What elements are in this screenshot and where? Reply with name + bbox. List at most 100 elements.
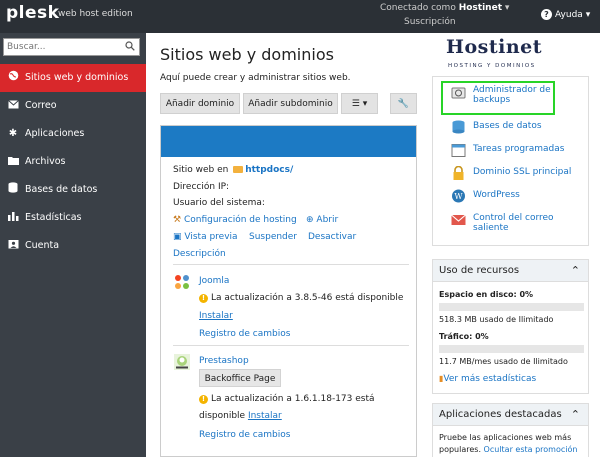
sidebar-item-label: Sitios web y dominios — [25, 72, 129, 83]
search-icon[interactable] — [125, 41, 135, 54]
preview-link[interactable]: ▣ Vista previa — [173, 232, 238, 242]
wordpress-icon: W — [452, 189, 465, 203]
prestashop-update-text-2: disponible — [199, 411, 246, 421]
open-label[interactable]: Abrir — [316, 215, 338, 225]
divider — [173, 345, 409, 346]
wordpress-link[interactable]: WordPress — [473, 190, 520, 200]
sidebar-item-account[interactable]: Cuenta — [0, 232, 146, 260]
sidebar-item-applications[interactable]: ✱ Aplicaciones — [0, 120, 146, 148]
subscription-link[interactable]: Suscripción — [404, 17, 456, 27]
joomla-update-text: La actualización a 3.8.5-46 está disponi… — [211, 293, 404, 303]
outgoing-mail-label-1: Control del correo — [473, 213, 554, 223]
sidebar-item-websites[interactable]: Sitios web y dominios — [0, 64, 146, 92]
sidebar-item-mail[interactable]: Correo — [0, 92, 146, 120]
hosting-config-label[interactable]: Configuración de hosting — [184, 215, 297, 225]
traffic-bar — [439, 345, 584, 353]
featured-apps-header[interactable]: Aplicaciones destacadas ⌃ — [433, 404, 588, 426]
featured-apps-panel: Aplicaciones destacadas ⌃ Pruebe las apl… — [432, 403, 589, 457]
traffic-value: 11.7 MB/mes usado de Ilimitado — [439, 357, 568, 366]
domain-panel-header — [161, 126, 416, 157]
chevron-down-icon: ▾ — [362, 99, 368, 109]
featured-apps-text: Pruebe las aplicaciones web más — [439, 433, 572, 442]
more-stats-label[interactable]: Ver más estadísticas — [443, 374, 536, 384]
website-row: Sitio web en httpdocs/ — [173, 165, 293, 175]
system-user-label: Usuario del sistema: — [173, 198, 265, 208]
joomla-icon — [175, 275, 189, 289]
menu-icon: ☰ — [351, 99, 360, 109]
folder-icon — [233, 166, 244, 173]
prestashop-icon — [174, 354, 190, 370]
description-link[interactable]: Descripción — [173, 249, 226, 259]
divider — [173, 264, 409, 265]
hostinet-logo-text: Hostinet — [446, 36, 542, 58]
prestashop-update-line2: disponible Instalar — [199, 411, 282, 421]
prestashop-link[interactable]: Prestashop — [199, 356, 249, 366]
sidebar-item-files[interactable]: Archivos — [0, 148, 146, 176]
prestashop-install-link[interactable]: Instalar — [248, 411, 282, 421]
mail-icon — [451, 214, 466, 225]
top-bar: plesk web host edition Conectado como Ho… — [0, 0, 600, 33]
disk-usage-label: Espacio en disco: 0% — [439, 290, 534, 299]
featured-apps-text-2-label: populares. — [439, 445, 481, 454]
tools-button[interactable]: 🔧 — [390, 93, 417, 114]
help-menu[interactable]: ? Ayuda ▾ — [541, 9, 590, 20]
deactivate-link[interactable]: Desactivar — [308, 232, 356, 242]
joomla-install-link[interactable]: Instalar — [199, 311, 233, 321]
help-icon: ? — [541, 9, 552, 20]
joomla-changelog-link[interactable]: Registro de cambios — [199, 329, 290, 339]
sidebar-item-statistics[interactable]: Estadísticas — [0, 204, 146, 232]
preview-label[interactable]: Vista previa — [184, 232, 237, 242]
joomla-update-notice: ! La actualización a 3.8.5-46 está dispon… — [199, 293, 403, 303]
suspend-link[interactable]: Suspender — [249, 232, 297, 242]
open-link[interactable]: ⊕ Abrir — [306, 215, 338, 225]
warning-icon: ! — [199, 294, 208, 303]
sidebar: Sitios web y dominios Correo ✱ Aplicacio… — [0, 33, 146, 457]
chevron-up-icon[interactable]: ⌃ — [571, 404, 580, 426]
httpdocs-link[interactable]: httpdocs/ — [245, 165, 293, 175]
plesk-logo[interactable]: plesk — [6, 3, 59, 23]
preview-icon: ▣ — [173, 232, 182, 242]
database-icon — [7, 176, 19, 204]
mail-icon — [7, 92, 19, 120]
page-title: Sitios web y dominios — [160, 45, 334, 64]
hide-promo-link[interactable]: Ocultar esta promoción — [484, 445, 578, 454]
backoffice-page-button[interactable]: Backoffice Page — [199, 369, 281, 387]
resource-usage-header[interactable]: Uso de recursos ⌃ — [433, 260, 588, 282]
add-domain-button[interactable]: Añadir dominio — [160, 93, 240, 114]
ssl-domain-link[interactable]: Dominio SSL principal — [473, 167, 571, 177]
website-label: Sitio web en — [173, 165, 229, 175]
svg-text:W: W — [454, 192, 463, 201]
hosting-config-link[interactable]: ⚒ Configuración de hosting — [173, 215, 297, 225]
joomla-link[interactable]: Joomla — [199, 276, 229, 286]
lock-icon — [453, 166, 464, 180]
account-icon — [7, 232, 19, 260]
search-input[interactable] — [4, 39, 114, 55]
open-icon: ⊕ — [306, 215, 314, 225]
sidebar-item-label: Bases de datos — [25, 184, 98, 195]
prestashop-update-text: La actualización a 1.6.1.18-173 está — [211, 394, 375, 404]
databases-link[interactable]: Bases de datos — [473, 121, 542, 131]
sidebar-item-label: Correo — [25, 100, 57, 111]
connected-prefix: Conectado como — [380, 3, 456, 13]
sidebar-item-label: Archivos — [25, 156, 66, 167]
database-icon — [452, 120, 465, 134]
help-label: Ayuda — [555, 10, 583, 20]
chevron-down-icon[interactable]: ▾ — [505, 3, 510, 13]
prestashop-changelog-link[interactable]: Registro de cambios — [199, 430, 290, 440]
list-view-button[interactable]: ☰ ▾ — [341, 93, 378, 114]
chevron-up-icon[interactable]: ⌃ — [571, 260, 580, 282]
resource-usage-panel: Uso de recursos ⌃ Espacio en disco: 0% 5… — [432, 259, 589, 394]
wrench-icon: ⚒ — [173, 215, 182, 225]
hostinet-logo: Hostinet HOSTING Y DOMINIOS — [446, 36, 556, 78]
add-subdomain-button[interactable]: Añadir subdominio — [243, 93, 338, 114]
warning-icon: ! — [199, 395, 208, 404]
chevron-down-icon: ▾ — [585, 10, 591, 20]
user-menu[interactable]: Hostinet — [459, 3, 502, 13]
sidebar-item-label: Cuenta — [25, 240, 60, 251]
scheduled-tasks-link[interactable]: Tareas programadas — [473, 144, 564, 154]
outgoing-mail-link[interactable]: Control del correo saliente — [473, 213, 554, 233]
hostinet-tagline: HOSTING Y DOMINIOS — [448, 63, 536, 69]
more-stats-link[interactable]: ▮Ver más estadísticas — [439, 374, 536, 384]
sidebar-item-databases[interactable]: Bases de datos — [0, 176, 146, 204]
calendar-icon — [451, 144, 466, 157]
